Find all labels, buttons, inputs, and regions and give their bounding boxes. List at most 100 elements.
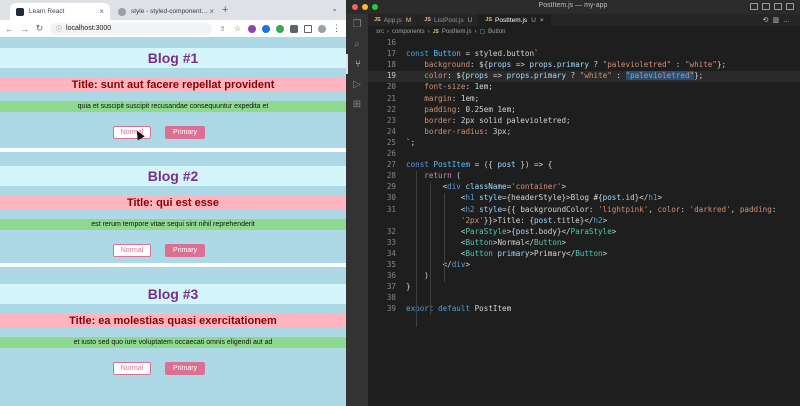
react-favicon-icon [16, 7, 24, 16]
close-icon[interactable]: × [99, 7, 104, 16]
share-icon[interactable]: ⇪ [218, 25, 227, 33]
browser-tab-label: Learn React [29, 8, 65, 15]
code-line[interactable]: 34 <Button primary>Primary</Button> [368, 249, 800, 260]
normal-button[interactable]: Normal [113, 362, 151, 375]
extensions-puzzle-icon[interactable] [290, 24, 298, 33]
extensions-icon[interactable]: ⊞ [346, 94, 368, 114]
code-line[interactable]: 29 <div className='container'> [368, 182, 800, 193]
editor-tab-listpost-js[interactable]: JS ListPost.js U [418, 14, 480, 26]
code-line[interactable]: 27 const PostItem = ({ post }) => { [368, 160, 800, 171]
primary-button[interactable]: Primary [165, 362, 205, 375]
code-text: font-size: 1em; [424, 82, 493, 92]
code-line[interactable]: 20 font-size: 1em; [368, 82, 800, 93]
code-line[interactable]: 32 <ParaStyle>{post.body}</ParaStyle> [368, 227, 800, 238]
code-text: const Button = styled.button` [406, 49, 539, 59]
code-text: export default PostItem [406, 304, 512, 314]
code-text: <ParaStyle>{post.body}</ParaStyle> [406, 226, 617, 236]
breadcrumb-item[interactable]: src [376, 29, 384, 35]
browser-tab-styled-components[interactable]: style - styled-components: Basics × [112, 3, 220, 20]
tab-search-icon[interactable]: ⌄ [331, 4, 338, 13]
split-editor-icon[interactable]: ▥ [772, 17, 783, 24]
more-actions-icon[interactable]: … [783, 17, 794, 24]
extension-icon[interactable] [248, 24, 256, 33]
breadcrumb-item[interactable]: components [392, 29, 425, 35]
normal-button[interactable]: Normal [113, 244, 151, 257]
code-line[interactable]: '2px'}}>Title: {post.title}</h2> [368, 216, 800, 227]
git-badge: U [531, 16, 536, 24]
line-number: 22 [386, 104, 396, 114]
toggle-secondary-sidebar-icon[interactable] [774, 3, 782, 10]
extension-icon[interactable] [262, 24, 270, 33]
line-number: 39 [386, 304, 396, 314]
code-line[interactable]: 28 return ( [368, 171, 800, 182]
code-line[interactable]: 23 border: 2px solid palevioletred; [368, 116, 800, 127]
code-line[interactable]: 33 <Button>Normal</Button> [368, 238, 800, 249]
breadcrumb: src › components › JS PostItem.js › ▢ Butto… [376, 28, 506, 36]
code-line[interactable]: 31 <h2 style={{ backgroundColor: 'lightp… [368, 205, 800, 216]
reload-icon[interactable]: ↻ [35, 23, 44, 34]
open-changes-icon[interactable]: ⟲ [763, 17, 773, 24]
extension-icon[interactable] [276, 24, 284, 33]
code-line[interactable]: 38 [368, 293, 800, 304]
close-icon[interactable]: × [540, 17, 544, 24]
primary-button[interactable]: Primary [165, 126, 205, 139]
line-number: 26 [386, 149, 396, 158]
source-control-icon[interactable]: ⑂ [346, 54, 368, 74]
menu-kebab-icon[interactable]: ⋮ [332, 23, 341, 34]
code-line[interactable]: 22 padding: 0.25em 1em; [368, 105, 800, 116]
line-number: 27 [386, 160, 396, 170]
new-tab-icon[interactable]: + [222, 4, 228, 16]
code-line[interactable]: 30 <h1 style={headerStyle}>Blog #{post.i… [368, 193, 800, 204]
code-text: } [406, 282, 411, 292]
toggle-sidebar-icon[interactable] [750, 3, 758, 10]
editor-tab-label: App.js [383, 16, 402, 24]
code-text: return ( [424, 171, 461, 181]
line-number: 37 [386, 282, 396, 292]
address-bar[interactable]: ⓘ localhost:3000 [50, 22, 212, 35]
code-line[interactable]: 26 [368, 149, 800, 160]
code-line[interactable]: 19 color: ${props => props.primary ? "wh… [368, 71, 800, 83]
post-container: Blog #3 Title: ea molestias quasi exerci… [0, 267, 346, 406]
toggle-panel-icon[interactable] [762, 3, 770, 10]
line-number: 30 [386, 193, 396, 203]
line-number: 25 [386, 137, 396, 147]
js-file-icon: JS [424, 17, 431, 23]
code-line[interactable]: 35 </div> [368, 260, 800, 271]
editor-tab-app-js[interactable]: JS App.js M [368, 14, 419, 26]
explorer-icon[interactable]: ❐ [346, 14, 368, 34]
customize-layout-icon[interactable] [786, 3, 794, 10]
site-info-icon[interactable]: ⓘ [56, 24, 62, 33]
code-line[interactable]: 21 margin: 1em; [368, 94, 800, 105]
browser-tab-learn-react[interactable]: Learn React × [10, 3, 110, 20]
code-line[interactable]: 39 export default PostItem [368, 304, 800, 315]
primary-button[interactable]: Primary [165, 244, 205, 257]
line-number: 23 [386, 115, 396, 125]
window-title: PostItem.js — my-app [538, 2, 608, 9]
code-line[interactable]: 25 `; [368, 138, 800, 149]
code-text: ) [406, 271, 429, 281]
code-line[interactable]: 16 [368, 38, 800, 49]
run-debug-icon[interactable]: ▷ [346, 74, 368, 94]
editor-tab-postitem-js[interactable]: JS PostItem.js U × [479, 14, 551, 26]
search-icon[interactable]: ⌕ [346, 34, 368, 54]
back-icon[interactable]: ← [5, 24, 14, 34]
close-icon[interactable]: × [209, 7, 214, 16]
code-line[interactable]: 24 border-radius: 3px; [368, 127, 800, 138]
profile-avatar[interactable] [318, 24, 326, 33]
line-number: 18 [386, 60, 396, 70]
git-badge: M [405, 16, 412, 24]
code-line[interactable]: 18 background: ${props => props.primary … [368, 60, 800, 71]
bookmark-star-icon[interactable]: ☆ [233, 24, 242, 33]
code-line[interactable]: 17 const Button = styled.button` [368, 49, 800, 60]
normal-button[interactable]: Normal [113, 126, 151, 139]
line-number: 35 [386, 260, 396, 269]
js-file-icon: JS [432, 28, 439, 35]
breadcrumb-item[interactable]: Button [488, 29, 505, 35]
code-line[interactable]: 37} [368, 282, 800, 293]
breadcrumb-item[interactable]: PostItem.js [442, 29, 472, 35]
forward-icon[interactable]: → [20, 24, 29, 34]
post-body: quia et suscipit suscipit recusandae con… [0, 101, 346, 112]
side-panel-icon[interactable] [304, 24, 312, 33]
post-title: Title: ea molestias quasi exercitationem [0, 314, 346, 328]
code-line[interactable]: 36 ) [368, 271, 800, 282]
